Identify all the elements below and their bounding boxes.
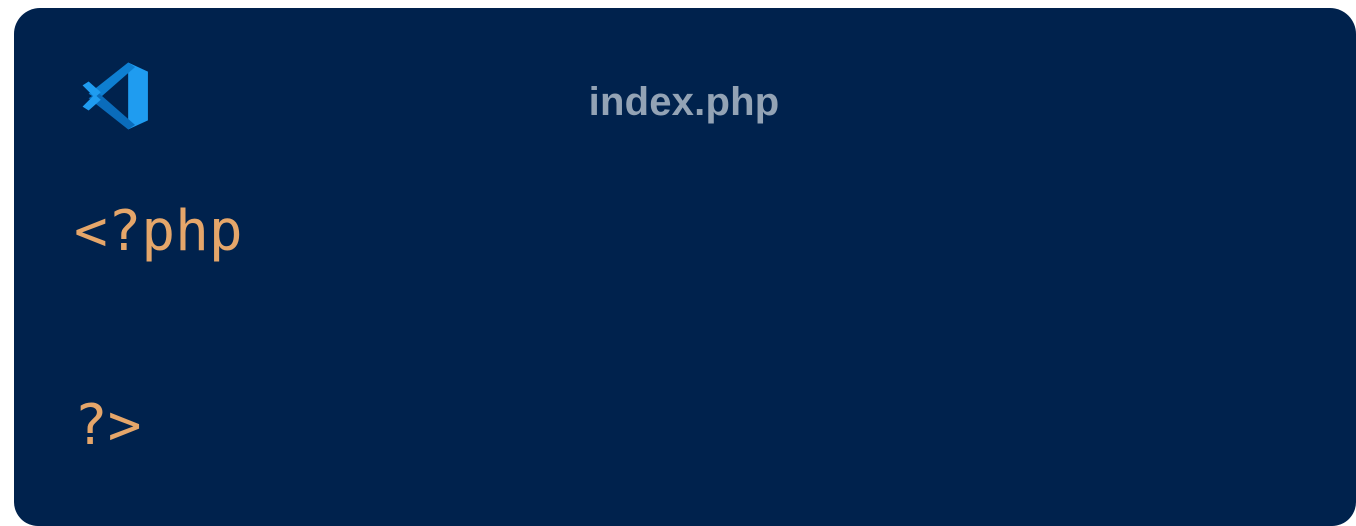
file-title: index.php <box>588 80 780 124</box>
code-line-php-close[interactable]: ?> <box>74 398 141 454</box>
editor-window: index.php <?php ?> <box>14 8 1356 526</box>
code-line-php-open[interactable]: <?php <box>74 204 243 260</box>
